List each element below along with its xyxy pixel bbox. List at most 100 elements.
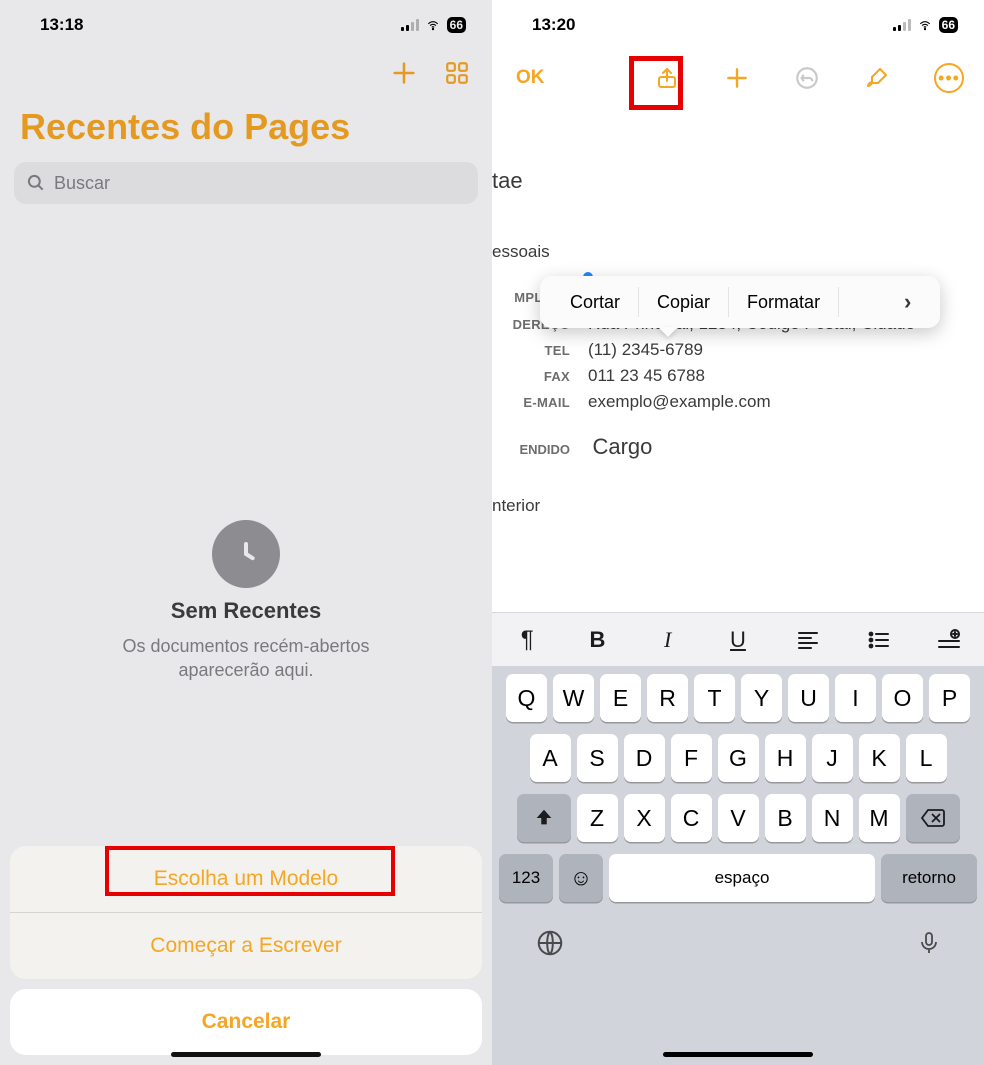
key-y[interactable]: Y [741,674,782,722]
context-cut-button[interactable]: Cortar [552,292,638,313]
underline-button[interactable]: U [715,620,761,660]
share-icon [655,64,679,92]
key-shift[interactable] [517,794,571,842]
editor-toolbar: OK ••• [492,50,984,106]
search-input[interactable]: Buscar [14,162,478,204]
backspace-icon [920,808,946,828]
key-row-1: Q W E R T Y U I O P [497,674,979,722]
key-r[interactable]: R [647,674,688,722]
format-strip: ¶ B I U [492,612,984,666]
key-w[interactable]: W [553,674,594,722]
page-title: Recentes do Pages [0,100,492,162]
key-t[interactable]: T [694,674,735,722]
undo-button[interactable] [794,65,820,91]
italic-button[interactable]: I [645,620,691,660]
value-tel[interactable]: (11) 2345-6789 [588,340,984,360]
bold-button[interactable]: B [574,620,620,660]
context-copy-button[interactable]: Copiar [639,292,728,313]
key-123[interactable]: 123 [499,854,553,902]
key-row-3: Z X C V B N M [497,794,979,842]
doc-text-fragment: tae [492,168,984,194]
list-button[interactable] [856,620,902,660]
home-indicator[interactable] [171,1052,321,1057]
battery-icon: 66 [447,17,466,33]
status-bar: 13:20 66 [492,0,984,50]
text-context-menu: Cortar Copiar Formatar › [540,276,940,328]
cargo-row[interactable]: ENDIDO Cargo [492,434,984,460]
globe-button[interactable] [535,928,565,963]
key-d[interactable]: D [624,734,665,782]
key-n[interactable]: N [812,794,853,842]
plus-icon [724,65,750,91]
key-x[interactable]: X [624,794,665,842]
value-email[interactable]: exemplo@example.com [588,392,984,412]
view-grid-button[interactable] [444,60,470,91]
ok-button[interactable]: OK [512,67,545,89]
search-placeholder: Buscar [54,173,110,194]
key-emoji[interactable]: ☺ [559,854,603,902]
align-button[interactable] [785,620,831,660]
key-v[interactable]: V [718,794,759,842]
key-b[interactable]: B [765,794,806,842]
key-space[interactable]: espaço [609,854,875,902]
search-icon [26,173,46,193]
key-z[interactable]: Z [577,794,618,842]
ellipsis-icon: ••• [938,69,960,87]
status-bar: 13:18 66 [0,0,492,50]
wifi-icon [424,18,442,32]
new-doc-button[interactable] [390,59,418,92]
key-backspace[interactable] [906,794,960,842]
label-email: E-MAIL [492,395,570,410]
key-c[interactable]: C [671,794,712,842]
list-icon [867,630,891,650]
cancel-button[interactable]: Cancelar [10,989,482,1055]
empty-state: Sem Recentes Os documentos recém-abertos… [0,520,492,683]
key-f[interactable]: F [671,734,712,782]
choose-template-button[interactable]: Escolha um Modelo [10,846,482,912]
context-format-button[interactable]: Formatar [729,292,838,313]
key-q[interactable]: Q [506,674,547,722]
key-l[interactable]: L [906,734,947,782]
key-m[interactable]: M [859,794,900,842]
home-indicator[interactable] [663,1052,813,1057]
key-o[interactable]: O [882,674,923,722]
key-p[interactable]: P [929,674,970,722]
key-k[interactable]: K [859,734,900,782]
label-tel: TEL [492,343,570,358]
status-right-cluster: 66 [893,17,958,33]
shift-icon [533,807,555,829]
key-row-4: 123 ☺ espaço retorno [497,854,979,902]
start-writing-button[interactable]: Começar a Escrever [10,913,482,979]
insert-button[interactable] [724,65,750,91]
key-s[interactable]: S [577,734,618,782]
paragraph-style-button[interactable]: ¶ [504,620,550,660]
status-time: 13:20 [532,15,575,35]
align-icon [796,630,820,650]
recents-toolbar [0,50,492,100]
value-fax[interactable]: 011 23 45 6788 [588,366,984,386]
key-e[interactable]: E [600,674,641,722]
key-g[interactable]: G [718,734,759,782]
empty-title: Sem Recentes [171,598,321,624]
cellular-icon [401,19,419,31]
more-button[interactable]: ••• [934,63,964,93]
insert-element-button[interactable] [926,620,972,660]
key-a[interactable]: A [530,734,571,782]
share-button[interactable] [654,65,680,91]
keyboard: Q W E R T Y U I O P A S D F G H J K L Z [492,666,984,1065]
key-h[interactable]: H [765,734,806,782]
context-more-button[interactable]: › [904,289,928,315]
dictation-button[interactable] [917,928,941,963]
undo-icon [794,65,820,91]
key-u[interactable]: U [788,674,829,722]
action-sheet: Escolha um Modelo Começar a Escrever Can… [10,846,482,1055]
key-i[interactable]: I [835,674,876,722]
key-return[interactable]: retorno [881,854,977,902]
format-brush-button[interactable] [864,65,890,91]
right-screenshot: 13:20 66 OK ••• tae [492,0,984,1065]
clock-icon [212,520,280,588]
key-row-2: A S D F G H J K L [497,734,979,782]
key-j[interactable]: J [812,734,853,782]
wifi-icon [916,18,934,32]
doc-text-fragment: essoais [492,242,984,262]
